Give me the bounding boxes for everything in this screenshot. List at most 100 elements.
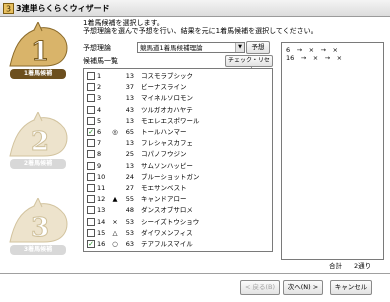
check-reset-button[interactable]: チェック・リセット (225, 55, 273, 74)
horse-checkbox[interactable] (87, 94, 95, 103)
next-button[interactable]: 次へ(N) > (283, 280, 323, 295)
horse-checkbox[interactable] (87, 206, 95, 215)
step-3: 3 3着馬候補 (4, 198, 72, 260)
horse-row[interactable]: 8 25 コパノフウジン (84, 149, 272, 159)
cancel-button[interactable]: キャンセル (330, 280, 372, 295)
instruction-text: 1着馬候補を選択します。 予想理論を選んで予想を行い、結果を元に1着馬候補を選択… (83, 19, 383, 35)
horse-score: 55 (125, 195, 134, 204)
horse-score: 24 (125, 172, 134, 181)
horse-score: 13 (125, 139, 134, 148)
horse-number: 1 (97, 72, 102, 80)
candidate-horse-list: 1 13 コスモラブシック 2 37 ビーナスライン 3 13 マイネルソロモン 4 43 ツルガオカ… (83, 68, 273, 252)
horse-row[interactable]: 4 43 ツルガオカハヤテ (84, 105, 272, 115)
horse-checkbox[interactable] (87, 150, 95, 159)
horse-number: 9 (97, 161, 102, 170)
prediction-mark: ◎ (112, 128, 118, 136)
horse-checkbox[interactable] (87, 139, 95, 148)
horse-row[interactable]: 13 48 ダンスオブサロメ (84, 205, 272, 215)
wizard-window: 3 3連単らくらくウィザード 1 1着馬候補 2 2着馬候補 3 3着馬候補 1… (0, 0, 390, 302)
horse-name: シーイズトウショウ (141, 217, 200, 226)
yoso-button[interactable]: 予想 (246, 41, 270, 54)
horse-score: 63 (125, 240, 134, 248)
horse-name: ツルガオカハヤテ (141, 105, 193, 114)
svg-text:3: 3 (31, 213, 49, 243)
horse-checkbox[interactable] (87, 172, 95, 181)
yoso-theory-select[interactable]: 競馬道1着馬候補理論 ▼ (137, 42, 245, 53)
horse-row[interactable]: 9 13 サムソンハッピー (84, 161, 272, 171)
prediction-mark: ○ (112, 240, 118, 248)
horse-number: 14 (97, 217, 106, 226)
horse-score: 13 (125, 94, 134, 103)
horse-number: 2 (97, 83, 102, 92)
horse-number: 8 (97, 150, 102, 159)
horse-name: コスモラブシック (141, 72, 193, 80)
checkmark-icon[interactable]: ✓ (87, 128, 95, 136)
horse-name: トールハンマー (141, 128, 187, 136)
step-1-label: 1着馬候補 (10, 69, 66, 79)
horse-row[interactable]: 5 13 モエレエスポワール (84, 116, 272, 126)
horse-score: 37 (125, 83, 134, 92)
instruction-line-1: 1着馬候補を選択します。 (83, 19, 164, 27)
chevron-down-icon[interactable]: ▼ (235, 43, 244, 52)
horse-row[interactable]: 15 △ 53 ダイワメンフィス (84, 228, 272, 238)
horse-row[interactable]: 14 × 53 シーイズトウショウ (84, 217, 272, 227)
total-value: 2通り (354, 262, 372, 270)
horse-checkbox[interactable] (87, 161, 95, 170)
horse-score: 65 (125, 128, 134, 136)
horse-checkbox[interactable] (87, 83, 95, 92)
horse-score: 53 (125, 217, 134, 226)
prediction-mark: △ (112, 228, 118, 237)
wizard-steps: 1 1着馬候補 2 2着馬候補 3 3着馬候補 (4, 22, 74, 262)
svg-text:2: 2 (31, 127, 49, 157)
title-bar: 3 3連単らくらくウィザード (0, 0, 390, 17)
horse-name: キャンドアロー (141, 195, 187, 204)
horse-score: 13 (125, 161, 134, 170)
horse-checkbox[interactable] (87, 105, 95, 114)
horse-score: 25 (125, 150, 134, 159)
horse-row[interactable]: 7 13 フレシャスカフェ (84, 138, 272, 148)
horse-name: ダイワメンフィス (141, 228, 193, 237)
horse-number: 11 (97, 184, 106, 192)
horse-checkbox[interactable] (87, 228, 95, 237)
horse-head-icon: 3 (9, 198, 68, 244)
horse-number: 12 (97, 195, 106, 204)
horse-row[interactable]: 10 24 ブルーショットガン (84, 172, 272, 182)
result-line: 6 → × → × (286, 46, 338, 54)
horse-score: 13 (125, 116, 134, 125)
result-panel: 6 → × → × 16 → × → × (281, 42, 384, 260)
back-button[interactable]: < 戻る(B) (240, 280, 280, 295)
horse-row[interactable]: 11 27 モエサンベスト (84, 183, 272, 193)
horse-checkbox[interactable] (87, 195, 95, 204)
horse-row[interactable]: 3 13 マイネルソロモン (84, 93, 272, 103)
yoso-label: 予想理論 (83, 44, 111, 52)
horse-head-icon: 1 (9, 22, 68, 68)
horse-number: 5 (97, 116, 102, 125)
horse-head-icon: 2 (9, 112, 68, 158)
horse-row[interactable]: ✓ 6 ◎ 65 トールハンマー (84, 127, 272, 137)
yoso-theory-value: 競馬道1着馬候補理論 (140, 44, 203, 52)
horse-number: 15 (97, 228, 106, 237)
svg-text:3: 3 (6, 5, 11, 14)
horse-row[interactable]: 2 37 ビーナスライン (84, 82, 272, 92)
candidate-list-label: 候補馬一覧 (83, 57, 118, 65)
app-icon: 3 (3, 3, 14, 14)
svg-text:1: 1 (31, 37, 49, 67)
horse-row[interactable]: ✓ 16 ○ 63 テアフルスマイル (84, 239, 272, 249)
horse-number: 6 (97, 128, 102, 136)
prediction-mark: ▲ (112, 195, 118, 204)
horse-checkbox[interactable] (87, 184, 95, 192)
horse-number: 13 (97, 206, 106, 215)
horse-row[interactable]: 1 13 コスモラブシック (84, 71, 272, 81)
horse-name: コパノフウジン (141, 150, 187, 159)
checkmark-icon[interactable]: ✓ (87, 240, 95, 248)
horse-number: 10 (97, 172, 106, 181)
window-title: 3連単らくらくウィザード (16, 4, 110, 13)
step-2-label: 2着馬候補 (10, 159, 66, 169)
horse-score: 13 (125, 72, 134, 80)
horse-number: 16 (97, 240, 106, 248)
horse-score: 48 (125, 206, 134, 215)
horse-checkbox[interactable] (87, 72, 95, 80)
horse-checkbox[interactable] (87, 217, 95, 226)
horse-checkbox[interactable] (87, 116, 95, 125)
horse-row[interactable]: 12 ▲ 55 キャンドアロー (84, 194, 272, 204)
